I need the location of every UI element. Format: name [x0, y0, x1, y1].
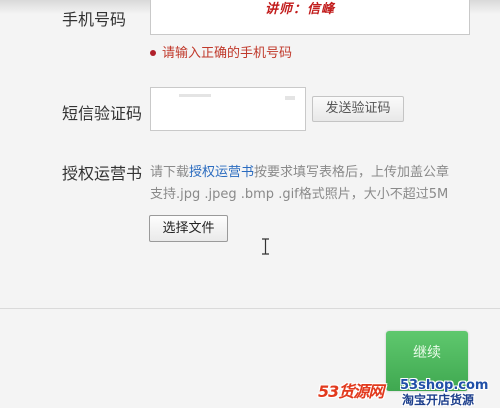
sms-code-input[interactable] — [150, 87, 306, 131]
lecturer-watermark: 讲师：信峰 — [265, 2, 336, 17]
authorization-description: 请下载授权运营书按要求填写表格后，上传加盖公章 — [150, 161, 500, 180]
section-divider — [0, 308, 500, 309]
input-artifact — [179, 94, 211, 97]
phone-error-text: 请输入正确的手机号码 — [162, 46, 293, 61]
desc-prefix: 请下载 — [150, 165, 190, 180]
choose-file-button[interactable]: 选择文件 — [149, 215, 228, 242]
brand-slogan: 淘宝开店货源 — [402, 393, 475, 407]
authorization-download-link[interactable]: 授权运营书 — [189, 165, 254, 180]
sms-label: 短信验证码 — [62, 104, 143, 123]
desc-suffix: 按要求填写表格后，上传加盖公章 — [254, 165, 450, 180]
input-artifact — [285, 96, 295, 100]
brand-watermark: 53货源网 53shop.com 淘宝开店货源 — [318, 378, 500, 407]
phone-label: 手机号码 — [62, 10, 127, 29]
phone-error-message: 请输入正确的手机号码 — [150, 42, 292, 61]
brand-logo: 53货源网 — [318, 382, 384, 401]
authorization-label: 授权运营书 — [62, 164, 143, 183]
error-dot-icon — [150, 49, 156, 56]
text-cursor-icon — [262, 238, 269, 255]
send-sms-code-button[interactable]: 发送验证码 — [312, 96, 404, 122]
file-format-hint: 支持.jpg .jpeg .bmp .gif格式照片，大小不超过5M — [150, 187, 449, 202]
